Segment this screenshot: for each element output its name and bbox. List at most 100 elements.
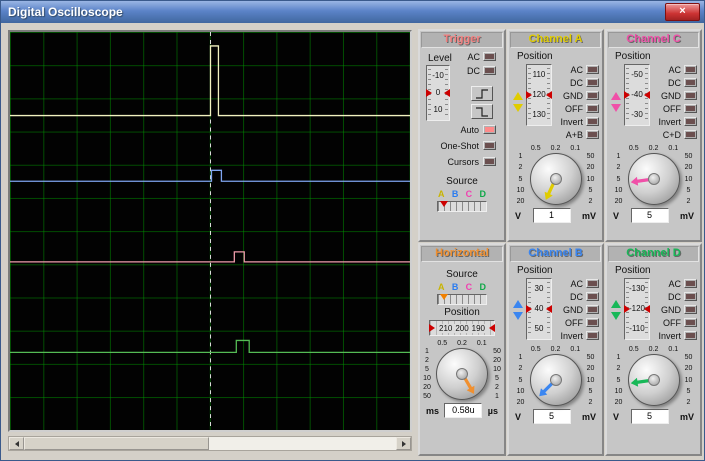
channel-a-invert-button[interactable] bbox=[586, 117, 599, 126]
channel-c-ac-button[interactable] bbox=[684, 65, 697, 74]
source-channel-d-label: D bbox=[479, 189, 486, 199]
channel-d-ac-button[interactable] bbox=[684, 279, 697, 288]
channel-c-position-slider[interactable]: -50 -40 -30 bbox=[624, 64, 650, 126]
volts-unit-label: V bbox=[613, 411, 620, 422]
position-down-arrow[interactable] bbox=[512, 104, 523, 112]
slider-marker-right bbox=[489, 324, 495, 332]
knob-scale-label: 10 bbox=[684, 376, 693, 384]
level-label: Level bbox=[428, 53, 452, 64]
dc-label: DC bbox=[668, 77, 681, 88]
off-label: OFF bbox=[565, 317, 583, 328]
knob-scale-label: 0.1 bbox=[570, 346, 581, 353]
knob-scale-label: 20 bbox=[614, 198, 623, 205]
position-up-arrow[interactable] bbox=[512, 299, 523, 308]
knob-scale-label: 0.5 bbox=[530, 145, 541, 152]
knob-pointer bbox=[630, 175, 654, 187]
falling-edge-button[interactable] bbox=[471, 104, 493, 119]
channel-c-gnd-button[interactable] bbox=[684, 91, 697, 100]
source-channel-c-label: C bbox=[465, 189, 473, 199]
timebase-knob[interactable] bbox=[436, 348, 488, 400]
microseconds-unit-label: µs bbox=[487, 405, 498, 416]
knob-scale-label: 10 bbox=[516, 186, 525, 194]
channel-c-dc-button[interactable] bbox=[684, 78, 697, 87]
channel-c-off-button[interactable] bbox=[684, 104, 697, 113]
horizontal-scrollbar[interactable] bbox=[8, 436, 412, 451]
position-label: Position bbox=[517, 51, 553, 62]
slider-marker-left bbox=[526, 91, 532, 99]
knob-scale-label: 10 bbox=[516, 387, 525, 395]
gnd-label: GND bbox=[661, 90, 681, 101]
channel-a-dc-button[interactable] bbox=[586, 78, 599, 87]
channel-c-scale-knob[interactable] bbox=[627, 153, 680, 205]
channel-a-ac-button[interactable] bbox=[586, 65, 599, 74]
channel-c-panel: Channel C Position -50 -40 -30 AC DC GND… bbox=[605, 29, 702, 242]
position-down-arrow[interactable] bbox=[610, 104, 621, 112]
channel-d-scale-value: 5 bbox=[630, 409, 669, 424]
channel-b-position-slider[interactable]: 30 40 50 bbox=[526, 278, 552, 340]
volts-unit-label: V bbox=[515, 210, 522, 221]
slider-marker-left bbox=[624, 305, 630, 313]
close-button[interactable]: × bbox=[665, 3, 700, 21]
trigger-dc-button[interactable] bbox=[483, 66, 496, 75]
channel-b-ac-button[interactable] bbox=[586, 279, 599, 288]
channel-d-off-button[interactable] bbox=[684, 318, 697, 327]
channel-c-scale-value: 5 bbox=[630, 208, 669, 223]
channel-d-invert-button[interactable] bbox=[684, 331, 697, 340]
knob-scale-label: 2 bbox=[616, 164, 621, 172]
channel-c-invert-button[interactable] bbox=[684, 117, 697, 126]
horizontal-position-slider[interactable]: 210 200 190 bbox=[429, 320, 495, 336]
knob-scale-label: 20 bbox=[684, 365, 693, 373]
rising-edge-button[interactable] bbox=[471, 86, 493, 101]
channel-b-dc-button[interactable] bbox=[586, 292, 599, 301]
scrollbar-track[interactable] bbox=[24, 437, 396, 450]
scope-screen[interactable] bbox=[8, 30, 412, 432]
trigger-source-slider[interactable] bbox=[437, 201, 487, 212]
position-down-arrow[interactable] bbox=[512, 311, 523, 320]
trace-channel-a bbox=[10, 45, 410, 117]
horizontal-position-label: Position bbox=[444, 307, 480, 318]
scrollbar-thumb[interactable] bbox=[24, 437, 209, 450]
scroll-right-icon bbox=[401, 440, 406, 447]
slider-marker-right bbox=[644, 305, 650, 313]
scroll-left-button[interactable] bbox=[9, 437, 24, 450]
one-shot-button[interactable] bbox=[483, 141, 496, 150]
trigger-dc-label: DC bbox=[467, 65, 480, 76]
channel-b-gnd-button[interactable] bbox=[586, 305, 599, 314]
rising-edge-icon bbox=[476, 88, 488, 99]
channel-d-dc-button[interactable] bbox=[684, 292, 697, 301]
channel-b-invert-button[interactable] bbox=[586, 331, 599, 340]
scroll-right-button[interactable] bbox=[396, 437, 411, 450]
knob-scale-label: 20 bbox=[586, 365, 595, 373]
auto-button[interactable] bbox=[483, 125, 496, 134]
trigger-ac-button[interactable] bbox=[483, 52, 496, 61]
channel-b-off-button[interactable] bbox=[586, 318, 599, 327]
source-slider-marker bbox=[440, 201, 448, 207]
off-label: OFF bbox=[663, 103, 681, 114]
position-down-arrow[interactable] bbox=[610, 311, 621, 320]
trigger-level-slider[interactable]: -10 0 10 bbox=[426, 65, 450, 121]
channel-a-gnd-button[interactable] bbox=[586, 91, 599, 100]
channel-a-scale-knob[interactable] bbox=[529, 153, 582, 205]
cursors-button[interactable] bbox=[483, 157, 496, 166]
channel-d-position-slider[interactable]: -130 -120 -110 bbox=[624, 278, 650, 340]
horizontal-source-slider[interactable] bbox=[437, 294, 487, 305]
channel-d-scale-knob[interactable] bbox=[627, 354, 680, 406]
off-label: OFF bbox=[663, 317, 681, 328]
channel-c-sum-button[interactable] bbox=[684, 130, 697, 139]
slider-marker-right bbox=[546, 305, 552, 313]
position-up-arrow[interactable] bbox=[512, 92, 523, 100]
channel-d-panel: Channel D Position -130 -120 -110 AC DC … bbox=[605, 243, 702, 456]
channel-a-position-slider[interactable]: 110 120 130 bbox=[526, 64, 552, 126]
title-bar[interactable]: Digital Oscilloscope × bbox=[1, 1, 704, 23]
position-up-arrow[interactable] bbox=[610, 92, 621, 100]
slider-marker-left bbox=[426, 89, 432, 97]
source-channel-b-label: B bbox=[451, 189, 459, 199]
channel-b-scale-knob[interactable] bbox=[529, 354, 582, 406]
channel-d-gnd-button[interactable] bbox=[684, 305, 697, 314]
position-up-arrow[interactable] bbox=[610, 299, 621, 308]
millivolts-unit-label: mV bbox=[679, 411, 694, 422]
knob-scale-label: 20 bbox=[493, 357, 501, 364]
channel-a-off-button[interactable] bbox=[586, 104, 599, 113]
knob-scale-label: 20 bbox=[684, 164, 693, 172]
channel-a-sum-button[interactable] bbox=[586, 130, 599, 139]
